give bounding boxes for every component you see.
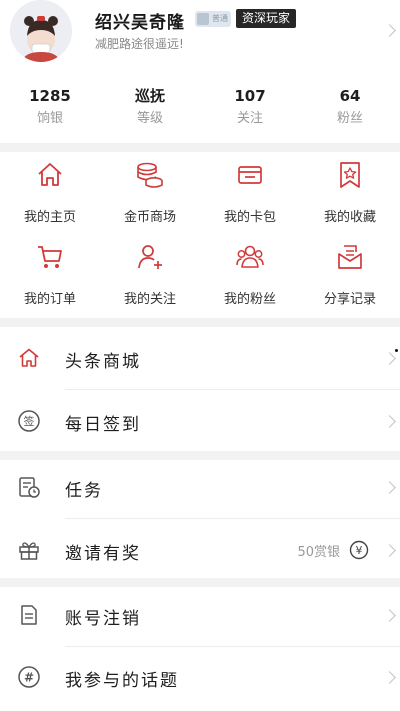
cart-icon	[38, 246, 62, 268]
menu-item-tasks[interactable]: 任务	[0, 456, 400, 519]
menu-item-label: 头条商城	[65, 352, 141, 372]
grid-item-orders[interactable]: 我的订单	[0, 234, 100, 314]
rank-tag: 资深玩家	[236, 9, 297, 28]
stat-label: 等级	[136, 111, 163, 126]
menu-item-mall[interactable]: 头条商城	[0, 327, 400, 390]
stat-value: 64	[339, 87, 361, 105]
share-record-icon	[338, 245, 362, 269]
grid-item-label: 我的关注	[123, 292, 176, 307]
menu-item-account-cancel[interactable]: 账号注销	[0, 584, 400, 647]
home-icon	[38, 163, 62, 186]
stat-following[interactable]: 107 关注	[200, 86, 300, 134]
chevron-right-icon	[383, 671, 396, 684]
menu-item-label: 邀请有奖	[65, 544, 141, 564]
stat-silver[interactable]: 1285 饷银	[0, 86, 100, 134]
grid-item-favorites[interactable]: 我的收藏	[300, 152, 400, 232]
stat-label: 粉丝	[336, 111, 363, 126]
user-add-icon	[138, 245, 162, 269]
document-icon	[21, 605, 37, 625]
grid-item-label: 分享记录	[323, 292, 376, 307]
shortcut-grid: 我的主页 金币商场 我的卡包 我的收藏 我的订单 我的关注 我的粉丝 分享记录	[0, 152, 400, 318]
avatar[interactable]	[10, 0, 72, 62]
menu-item-label: 任务	[65, 481, 103, 501]
reward-text: 50赏银	[297, 545, 340, 560]
grid-item-label: 我的收藏	[323, 210, 376, 225]
section-divider	[0, 143, 400, 152]
level-badge-label: 普通	[212, 14, 228, 23]
chevron-right-icon	[383, 415, 396, 428]
signature: 减肥路途很遥远!	[95, 37, 184, 51]
menu-item-label: 我参与的话题	[65, 671, 179, 691]
menu-item-label: 账号注销	[65, 609, 141, 629]
menu-item-invite[interactable]: 邀请有奖 50赏银 ¥	[0, 519, 400, 582]
gift-icon	[19, 542, 39, 560]
grid-item-label: 我的订单	[23, 292, 76, 307]
stat-followers[interactable]: 64 粉丝	[300, 86, 400, 134]
hashtag-icon: #	[18, 666, 40, 688]
stat-value: 1285	[29, 87, 71, 105]
chevron-right-icon	[383, 609, 396, 622]
checkin-icon: 签	[18, 410, 40, 432]
menu-item-checkin[interactable]: 签 每日签到	[0, 390, 400, 453]
stat-label: 饷银	[36, 111, 63, 126]
chevron-right-icon	[383, 352, 396, 365]
hashtag-icon-glyph: #	[24, 671, 34, 685]
stat-level[interactable]: 巡抚 等级	[100, 86, 200, 134]
chevron-right-icon	[383, 481, 396, 494]
chevron-right-icon	[383, 544, 396, 557]
grid-item-share-record[interactable]: 分享记录	[300, 234, 400, 314]
grid-item-followers[interactable]: 我的粉丝	[200, 234, 300, 314]
grid-item-coin-mall[interactable]: 金币商场	[100, 152, 200, 232]
nickname: 绍兴吴奇隆	[95, 13, 185, 33]
home-icon	[19, 348, 39, 367]
grid-item-label: 我的粉丝	[223, 292, 276, 307]
grid-item-label: 我的卡包	[223, 210, 276, 225]
grid-item-my-home[interactable]: 我的主页	[0, 152, 100, 232]
grid-item-label: 我的主页	[23, 210, 76, 225]
chevron-right-icon	[383, 24, 396, 37]
grid-item-label: 金币商场	[123, 210, 176, 225]
profile-header[interactable]: 绍兴吴奇隆 普通 资深玩家 减肥路途很遥远!	[0, 0, 400, 78]
menu-item-label: 每日签到	[65, 415, 141, 435]
users-icon	[236, 245, 264, 268]
stat-value: 巡抚	[134, 87, 165, 105]
task-clock-icon	[19, 477, 40, 498]
grid-item-card-pack[interactable]: 我的卡包	[200, 152, 300, 232]
stat-value: 107	[234, 87, 266, 105]
stat-label: 关注	[236, 111, 263, 126]
indicator-dot	[395, 349, 398, 352]
section-divider	[0, 318, 400, 327]
avatar-illustration	[10, 0, 72, 62]
level-badge: 普通	[195, 11, 231, 27]
bookmark-star-icon	[340, 162, 360, 188]
level-badge-icon	[197, 13, 209, 25]
grid-item-following[interactable]: 我的关注	[100, 234, 200, 314]
card-icon	[238, 166, 262, 184]
yuan-coin-glyph: ¥	[356, 544, 363, 557]
checkin-icon-glyph: 签	[24, 414, 35, 428]
menu-item-my-topics[interactable]: # 我参与的话题	[0, 646, 400, 709]
yuan-coin-icon: ¥	[349, 540, 369, 560]
stats-bar: 1285 饷银 巡抚 等级 107 关注 64 粉丝	[0, 86, 400, 134]
coins-icon	[137, 162, 163, 188]
